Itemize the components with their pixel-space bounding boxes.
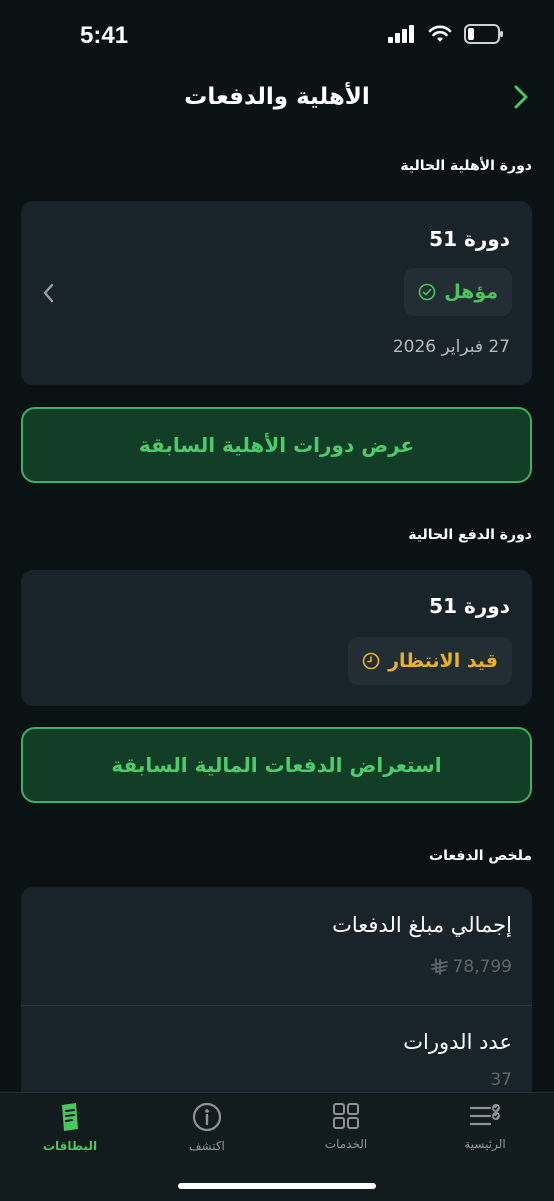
eligibility-card[interactable]: دورة 51 مؤهل 27 فبراير 2026: [21, 201, 532, 385]
total-payments-label: إجمالي مبلغ الدفعات: [332, 913, 512, 937]
signal-icon: [388, 25, 414, 43]
summary-section-label: ملخص الدفعات: [429, 848, 532, 864]
total-payments-value: 78,799: [429, 957, 512, 977]
clock-icon: [362, 652, 380, 670]
tab-services[interactable]: الخدمات: [296, 1101, 396, 1171]
tab-cards-label: البطاقات: [42, 1139, 98, 1153]
battery-icon: [464, 24, 503, 44]
cards-icon: [62, 1103, 78, 1131]
info-icon: [192, 1102, 222, 1132]
eligibility-date: 27 فبراير 2026: [392, 337, 510, 357]
tab-discover[interactable]: اكتشف: [157, 1101, 257, 1171]
eligibility-status-badge: مؤهل: [404, 268, 512, 316]
page-title: الأهلية والدفعات: [184, 84, 370, 110]
cycles-count-value: 37: [490, 1070, 512, 1090]
nav-header: الأهلية والدفعات: [0, 78, 554, 118]
past-eligibility-button[interactable]: عرض دورات الأهلية السابقة: [21, 407, 532, 483]
eligibility-section-label: دورة الأهلية الحالية: [400, 158, 532, 174]
checklist-icon: [469, 1104, 500, 1126]
tab-home[interactable]: الرئيسية: [435, 1101, 535, 1171]
status-icons: [388, 24, 504, 44]
payment-status-text: قيد الانتظار: [388, 650, 498, 672]
back-button[interactable]: [506, 82, 536, 112]
check-circle-icon: [418, 283, 436, 301]
eligibility-cycle-title: دورة 51: [429, 227, 510, 251]
status-bar: 5:41: [0, 0, 554, 70]
tab-discover-label: اكتشف: [189, 1139, 225, 1153]
tab-cards[interactable]: البطاقات: [20, 1101, 120, 1171]
chevron-right-icon: [514, 85, 528, 109]
chevron-left-icon: [43, 283, 54, 303]
payment-cycle-title: دورة 51: [429, 594, 510, 618]
tab-services-label: الخدمات: [324, 1137, 368, 1151]
eligibility-status-text: مؤهل: [444, 281, 498, 303]
payment-card: دورة 51 قيد الانتظار: [21, 570, 532, 706]
payment-section-label: دورة الدفع الحالية: [408, 527, 532, 543]
summary-total-row: إجمالي مبلغ الدفعات 78,799: [21, 887, 532, 1005]
wifi-icon: [428, 25, 452, 42]
past-payments-button[interactable]: استعراض الدفعات المالية السابقة: [21, 727, 532, 803]
grid-icon: [333, 1103, 359, 1129]
status-time: 5:41: [80, 22, 129, 49]
total-payments-amount: 78,799: [452, 957, 512, 977]
riyal-symbol-icon: [430, 958, 448, 975]
home-indicator: [178, 1183, 376, 1189]
payment-status-badge: قيد الانتظار: [348, 637, 512, 685]
tab-home-label: الرئيسية: [464, 1137, 506, 1151]
cycles-count-label: عدد الدورات: [403, 1030, 512, 1054]
